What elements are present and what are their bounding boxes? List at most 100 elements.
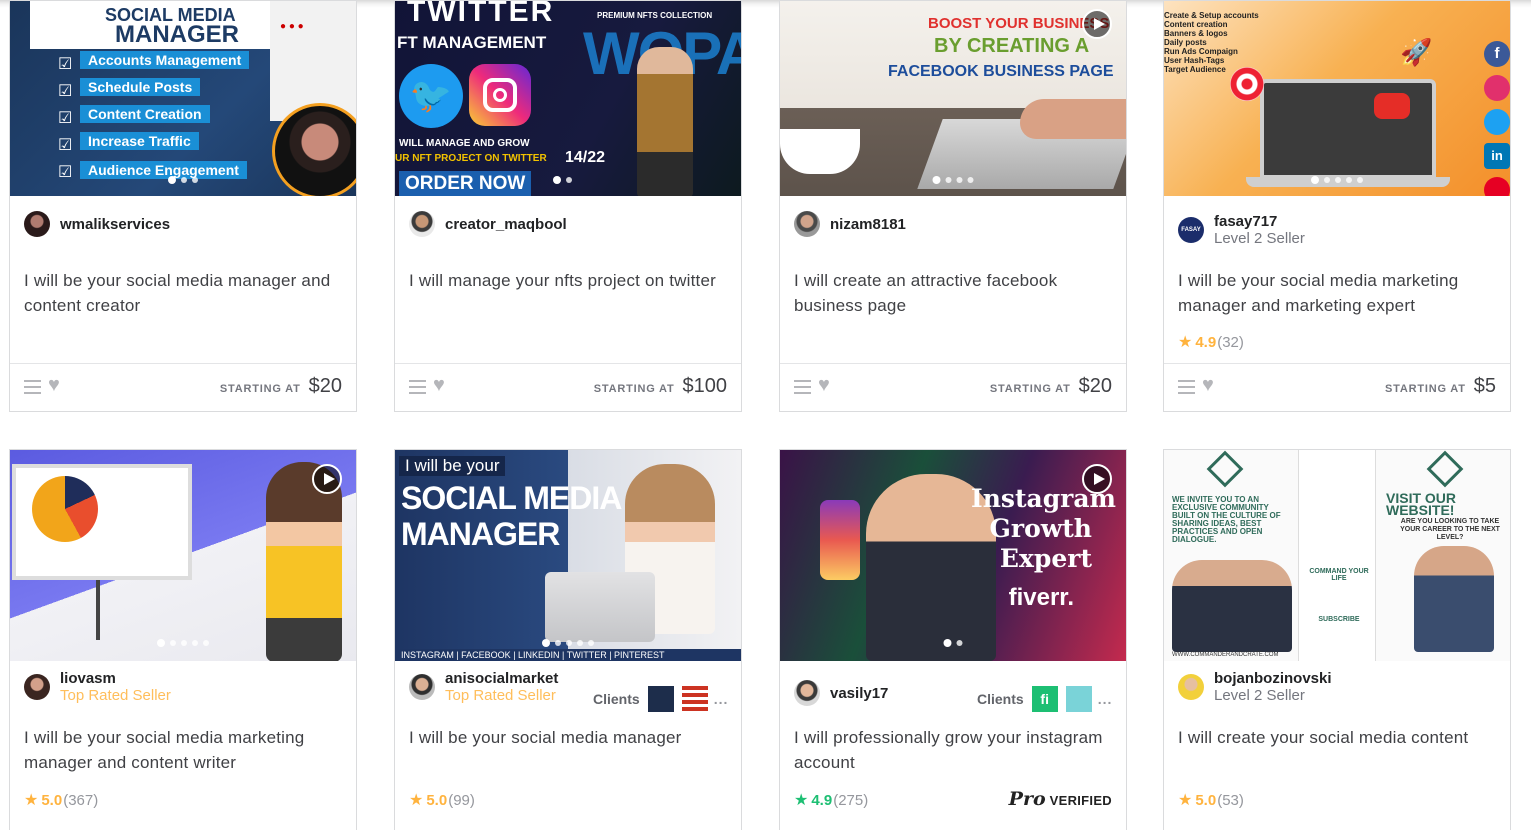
collections-menu-icon[interactable] (1178, 380, 1195, 394)
thumb-line: Increase Traffic (80, 132, 199, 150)
seller-name[interactable]: fasay717 (1214, 213, 1305, 230)
play-video-icon[interactable] (1082, 464, 1112, 494)
seller-name[interactable]: creator_maqbool (445, 216, 567, 233)
thumb-url: WWW.COMMANDERANDCRATE.COM (1172, 652, 1279, 658)
carousel-dots[interactable] (1311, 176, 1363, 184)
seller-name[interactable]: liovasm (60, 670, 171, 687)
carousel-dots[interactable] (553, 176, 572, 184)
price[interactable]: STARTING AT $100 (594, 375, 727, 398)
seller-info[interactable]: FASAY fasay717 Level 2 Seller (1178, 213, 1305, 247)
gig-thumbnail[interactable]: BOOST YOUR BUSINESS BY CREATING A FACEBO… (780, 1, 1126, 196)
seller-name[interactable]: wmalikservices (60, 216, 170, 233)
client-logo[interactable]: fi (1031, 686, 1058, 712)
client-logo[interactable] (647, 686, 674, 712)
seller-info[interactable]: bojanbozinovski Level 2 Seller (1178, 670, 1332, 704)
gig-card[interactable]: TWITTER FT MANAGEMENT PREMIUM NFTS COLLE… (394, 0, 742, 412)
price[interactable]: STARTING AT $20 (990, 375, 1112, 398)
gig-footer: ♥ STARTING AT $100 (395, 363, 741, 412)
gig-title[interactable]: I will professionally grow your instagra… (794, 725, 1116, 775)
seller-info[interactable]: creator_maqbool (409, 211, 567, 237)
rating-score: 5.0 (41, 791, 63, 809)
seller-avatar[interactable] (24, 674, 50, 700)
seller-info[interactable]: liovasm Top Rated Seller (24, 670, 171, 704)
gig-card[interactable]: liovasm Top Rated Seller I will be your … (9, 449, 357, 830)
client-logo[interactable] (1065, 686, 1092, 712)
play-video-icon[interactable] (312, 464, 342, 494)
price[interactable]: STARTING AT $20 (220, 375, 342, 398)
gig-card[interactable]: Instagram Growth Expert fiverr. vasily17… (779, 449, 1127, 830)
rating: ★ 5.0 (367) (24, 790, 98, 810)
men-photo (1172, 560, 1292, 652)
heart-icon[interactable]: ♥ (48, 374, 60, 397)
heart-icon[interactable]: ♥ (818, 374, 830, 397)
seller-info[interactable]: wmalikservices (24, 211, 170, 237)
rating-score: 4.9 (811, 791, 833, 809)
thumb-line: Audience Engagement (80, 161, 247, 179)
thumb-heading: SOCIAL MEDIA (401, 480, 622, 516)
twitter-icon: 🐦 (399, 64, 463, 128)
seller-name[interactable]: anisocialmarket (445, 670, 558, 687)
gig-title[interactable]: I will create your social media content (1178, 725, 1500, 750)
gig-card[interactable]: Create & Setup accounts Content creation… (1163, 0, 1511, 412)
gig-title[interactable]: I will create an attractive facebook bus… (794, 268, 1116, 318)
gig-card[interactable]: I will be your SOCIAL MEDIA MANAGER INST… (394, 449, 742, 830)
gig-title[interactable]: I will be your social media manager and … (24, 268, 346, 318)
price[interactable]: STARTING AT $5 (1385, 375, 1496, 398)
seller-name[interactable]: nizam8181 (830, 216, 906, 233)
carousel-dots[interactable] (168, 176, 198, 184)
seller-info[interactable]: nizam8181 (794, 211, 906, 237)
gig-title[interactable]: I will be your social media marketing ma… (24, 725, 346, 775)
rating: ★ 4.9 (32) (1178, 332, 1244, 352)
price-amount: $5 (1473, 375, 1496, 397)
gig-card[interactable]: SOCIAL MEDIA MANAGER Accounts Management… (9, 0, 357, 412)
seller-avatar[interactable] (794, 211, 820, 237)
carousel-dots[interactable] (943, 639, 963, 647)
seller-avatar[interactable] (409, 674, 435, 700)
client-logo[interactable] (681, 686, 708, 712)
linkedin-icon: in (1484, 143, 1510, 169)
seller-avatar[interactable]: FASAY (1178, 217, 1204, 243)
clients[interactable]: Clients ... (593, 686, 728, 712)
pro-verified-badge: Pro VERIFIED (1009, 788, 1112, 810)
seller-name[interactable]: bojanbozinovski (1214, 670, 1332, 687)
social-icons: ● ● ● (280, 21, 304, 32)
play-video-icon[interactable] (1082, 9, 1112, 39)
gig-thumbnail[interactable]: Instagram Growth Expert fiverr. (780, 450, 1126, 661)
gig-title[interactable]: I will be your social media marketing ma… (1178, 268, 1500, 318)
seller-avatar[interactable] (794, 680, 820, 706)
clients[interactable]: Clients fi ... (977, 686, 1112, 712)
gig-thumbnail[interactable]: I will be your SOCIAL MEDIA MANAGER INST… (395, 450, 741, 661)
gig-thumbnail[interactable]: WE INVITE YOU TO AN EXCLUSIVE COMMUNITY … (1164, 450, 1510, 661)
gig-thumbnail[interactable]: SOCIAL MEDIA MANAGER Accounts Management… (10, 1, 356, 196)
seller-info[interactable]: vasily17 (794, 680, 888, 706)
gig-title[interactable]: I will be your social media manager (409, 725, 731, 750)
rating-score: 4.9 (1195, 333, 1217, 351)
gig-title[interactable]: I will manage your nfts project on twitt… (409, 268, 731, 293)
collections-menu-icon[interactable] (24, 380, 41, 394)
thumb-heading: Growth (989, 514, 1092, 543)
heart-icon[interactable]: ♥ (1202, 374, 1214, 397)
pinterest-icon (1484, 177, 1510, 196)
gig-thumbnail[interactable] (10, 450, 356, 661)
more-clients-icon[interactable]: ... (1098, 691, 1113, 707)
carousel-dots[interactable] (157, 639, 209, 647)
heart-icon[interactable]: ♥ (433, 374, 445, 397)
thumb-heading: MANAGER (115, 21, 239, 48)
seller-name[interactable]: vasily17 (830, 685, 888, 702)
coffee-cup-image (780, 129, 860, 174)
gig-card[interactable]: WE INVITE YOU TO AN EXCLUSIVE COMMUNITY … (1163, 449, 1511, 830)
seller-info[interactable]: anisocialmarket Top Rated Seller (409, 670, 558, 704)
thumb-heading: FACEBOOK BUSINESS PAGE (888, 63, 1114, 80)
carousel-dots[interactable] (542, 639, 594, 647)
more-clients-icon[interactable]: ... (714, 691, 729, 707)
seller-avatar[interactable] (1178, 674, 1204, 700)
carousel-dots[interactable] (932, 176, 974, 184)
pie-chart-icon (32, 476, 98, 542)
collections-menu-icon[interactable] (409, 380, 426, 394)
gig-thumbnail[interactable]: Create & Setup accounts Content creation… (1164, 1, 1510, 196)
gig-thumbnail[interactable]: TWITTER FT MANAGEMENT PREMIUM NFTS COLLE… (395, 1, 741, 196)
gig-card[interactable]: BOOST YOUR BUSINESS BY CREATING A FACEBO… (779, 0, 1127, 412)
seller-avatar[interactable] (409, 211, 435, 237)
collections-menu-icon[interactable] (794, 380, 811, 394)
seller-avatar[interactable] (24, 211, 50, 237)
